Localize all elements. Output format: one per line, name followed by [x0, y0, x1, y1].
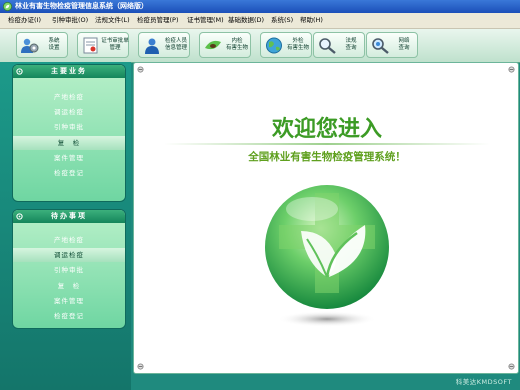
certificate-approval-button[interactable]: 证书审批单 管理: [77, 32, 129, 58]
toolbar-label: 外检 有害生物: [286, 38, 309, 51]
staff-icon: [145, 38, 159, 54]
footer: 科美达KMDSOFT: [0, 374, 520, 390]
search-icon: [319, 38, 336, 54]
toolbar-label: 法规 查询: [345, 38, 357, 51]
network-query-button[interactable]: 网络 查询: [366, 32, 418, 58]
app-leaf-icon: [3, 2, 12, 11]
main-business-panel: 主要业务 产地检疫 调运检疫 引种审批 复 检 案件管理 检疫登记: [13, 65, 125, 201]
menu-bar: 检疫办证(I) 引种审批(O) 法规文件(L) 检疫员管理(P) 证书管理(M)…: [0, 13, 520, 29]
pending-origin-quarantine[interactable]: 产地检疫: [13, 233, 125, 247]
welcome-divider: [164, 143, 490, 145]
certificate-icon: [83, 37, 98, 54]
welcome-heading: 欢迎您进入: [271, 116, 382, 142]
pending-introduction-approval[interactable]: 引种审批: [13, 263, 125, 277]
corner-screw-icon: [137, 363, 144, 370]
left-panel: 主要业务 产地检疫 调运检疫 引种审批 复 检 案件管理 检疫登记 待办事项 产…: [0, 62, 131, 390]
toolbar-label: 证书审批单 管理: [101, 38, 129, 51]
domestic-pest-button[interactable]: 内检 有害生物: [199, 32, 251, 58]
system-settings-button[interactable]: 系统 设置: [16, 32, 68, 58]
settings-people-icon: [21, 38, 39, 53]
nav-introduction-approval[interactable]: 引种审批: [13, 120, 125, 134]
main-business-header: 主要业务: [13, 65, 125, 78]
corner-screw-icon: [508, 363, 515, 370]
menu-quarantine-cert[interactable]: 检疫办证(I): [8, 13, 41, 28]
pending-panel: 待办事项 产地检疫 调运检疫 引种审批 复 检 案件管理 检疫登记: [13, 210, 125, 328]
pest-icon: [205, 40, 221, 50]
leaf-emblem-icon: [265, 185, 389, 327]
nav-transport-quarantine[interactable]: 调运检疫: [13, 105, 125, 119]
nav-origin-quarantine[interactable]: 产地检疫: [13, 90, 125, 104]
foreign-pest-button[interactable]: 外检 有害生物: [260, 32, 312, 58]
toolbar-label: 系统 设置: [48, 38, 60, 51]
pending-header: 待办事项: [13, 210, 125, 223]
regulation-query-button[interactable]: 法规 查询: [313, 32, 365, 58]
menu-certificate-management[interactable]: 证书管理(M): [187, 13, 224, 28]
welcome-subtitle: 全国林业有害生物检疫管理系统！: [248, 151, 406, 163]
pending-title: 待办事项: [51, 212, 87, 220]
title-bar: 林业有害生物检疫管理信息系统（网络版）: [0, 0, 520, 13]
pending-quarantine-registration[interactable]: 检疫登记: [13, 309, 125, 323]
gear-icon: [16, 213, 23, 220]
menu-help[interactable]: 帮助(H): [300, 13, 323, 28]
nav-reinspection[interactable]: 复 检: [13, 136, 125, 150]
menu-regulations[interactable]: 法规文件(L): [95, 13, 130, 28]
corner-screw-icon: [508, 66, 515, 73]
pending-case-management[interactable]: 案件管理: [13, 294, 125, 308]
copyright-text: 科美达KMDSOFT: [455, 378, 512, 386]
staff-info-button[interactable]: 检疫人员 信息管理: [138, 32, 190, 58]
toolbar-label: 检疫人员 信息管理: [164, 38, 187, 51]
nav-case-management[interactable]: 案件管理: [13, 151, 125, 165]
toolbar: 系统 设置 证书审批单 管理 检疫人员 信息管理 内检 有害生物 外检 有害生物: [0, 29, 520, 63]
main-business-title: 主要业务: [51, 67, 87, 75]
menu-inspector-management[interactable]: 检疫员管理(P): [137, 13, 179, 28]
toolbar-label: 内检 有害生物: [225, 38, 248, 51]
pending-reinspection[interactable]: 复 检: [13, 279, 125, 293]
nav-quarantine-registration[interactable]: 检疫登记: [13, 166, 125, 180]
menu-introduction-approval[interactable]: 引种审批(O): [52, 13, 88, 28]
corner-screw-icon: [137, 66, 144, 73]
toolbar-label: 网络 查询: [398, 38, 410, 51]
gear-icon: [16, 68, 23, 75]
globe-icon: [266, 37, 282, 54]
menu-system[interactable]: 系统(S): [271, 13, 293, 28]
main-content: 欢迎您进入 全国林业有害生物检疫管理系统！: [133, 62, 519, 374]
pending-transport-quarantine[interactable]: 调运检疫: [13, 248, 125, 262]
menu-base-data[interactable]: 基础数据(D): [228, 13, 264, 28]
network-search-icon: [372, 38, 389, 54]
window-title: 林业有害生物检疫管理信息系统（网络版）: [15, 2, 148, 10]
